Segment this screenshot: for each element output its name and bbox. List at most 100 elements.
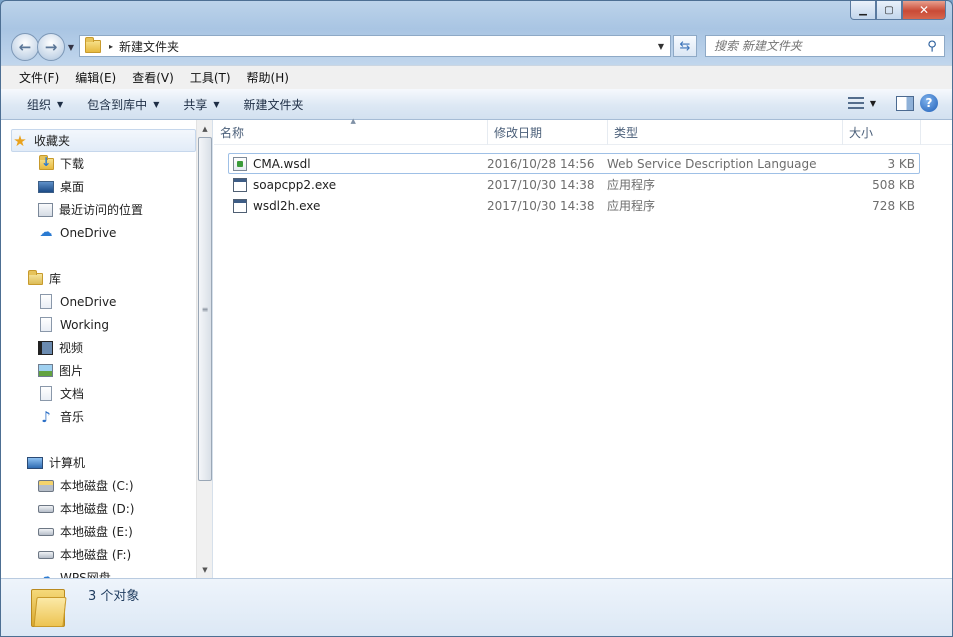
- column-header-type[interactable]: 类型: [608, 120, 843, 145]
- arrow-right-icon: →: [44, 38, 58, 56]
- menu-help[interactable]: 帮助(H): [239, 69, 297, 86]
- recent-pages-dropdown[interactable]: ▼: [65, 33, 77, 61]
- folder-icon: [85, 36, 101, 53]
- nav-item-pictures[interactable]: 图片: [11, 359, 196, 382]
- search-input[interactable]: [714, 39, 920, 53]
- nav-item-recent-places[interactable]: 最近访问的位置: [11, 198, 196, 221]
- computer-icon: [27, 456, 43, 469]
- nav-item-documents[interactable]: 文档: [11, 382, 196, 405]
- include-in-library-button[interactable]: 包含到库中 ▼: [75, 96, 171, 113]
- back-button[interactable]: ←: [11, 33, 39, 61]
- breadcrumb-separator-icon[interactable]: ▸: [109, 42, 113, 51]
- cloud-drive-icon: ☁: [39, 570, 53, 578]
- nav-item-drive-e[interactable]: 本地磁盘 (E:): [11, 520, 196, 543]
- nav-item-downloads[interactable]: 下载: [11, 152, 196, 175]
- file-size: 508 KB: [872, 177, 915, 192]
- column-header-date[interactable]: 修改日期: [488, 120, 608, 145]
- chevron-down-icon: ▼: [213, 99, 220, 109]
- nav-item-label: 本地磁盘 (E:): [60, 525, 133, 539]
- chevron-down-icon: ▼: [657, 41, 665, 51]
- file-rows: CMA.wsdl 2016/10/28 14:56 Web Service De…: [228, 153, 920, 216]
- nav-item-desktop[interactable]: 桌面: [11, 175, 196, 198]
- file-date: 2016/10/28 14:56: [487, 156, 595, 171]
- nav-item-working[interactable]: Working: [11, 313, 196, 336]
- navigation-pane: ★ 收藏夹 下载 桌面 最近访问的位置 ☁ OneDrive: [1, 120, 213, 578]
- search-icon[interactable]: ⚲: [920, 39, 944, 54]
- recent-places-icon: [38, 202, 53, 217]
- nav-item-library-onedrive[interactable]: OneDrive: [11, 290, 196, 313]
- nav-item-drive-d[interactable]: 本地磁盘 (D:): [11, 497, 196, 520]
- file-row[interactable]: soapcpp2.exe 2017/10/30 14:38 应用程序 508 K…: [228, 174, 920, 195]
- file-date: 2017/10/30 14:38: [487, 198, 595, 213]
- nav-item-label: Working: [60, 317, 109, 332]
- scroll-thumb[interactable]: ≡: [198, 137, 212, 481]
- column-header-size-label: 大小: [849, 126, 874, 140]
- arrow-left-icon: ←: [18, 38, 32, 56]
- address-bar[interactable]: ▸ 新建文件夹 ▼: [79, 35, 671, 57]
- file-row[interactable]: wsdl2h.exe 2017/10/30 14:38 应用程序 728 KB: [228, 195, 920, 216]
- file-date: 2017/10/30 14:38: [487, 177, 595, 192]
- drive-icon: [38, 550, 54, 559]
- explorer-window: ▁ ▢ ✕ ← → ▼ ▸ 新建文件夹 ▼ ⇆ ⚲ 文件(F) 编辑(E) 查看…: [0, 0, 953, 637]
- file-type: 应用程序: [607, 178, 656, 192]
- nav-item-label: OneDrive: [60, 225, 117, 240]
- breadcrumb-current-folder[interactable]: 新建文件夹: [119, 38, 652, 55]
- column-headers: ▲ 名称 修改日期 类型 大小: [214, 117, 952, 145]
- star-icon: ★: [13, 131, 27, 150]
- nav-favorites[interactable]: ★ 收藏夹: [11, 129, 196, 152]
- document-icon: [40, 317, 52, 332]
- details-pane: 3 个对象: [1, 578, 952, 636]
- nav-item-music[interactable]: ♪ 音乐: [11, 405, 196, 428]
- nav-libraries[interactable]: 库: [11, 267, 196, 290]
- new-folder-button[interactable]: 新建文件夹: [232, 96, 316, 113]
- file-row[interactable]: CMA.wsdl 2016/10/28 14:56 Web Service De…: [228, 153, 920, 174]
- close-button[interactable]: ✕: [902, 1, 946, 20]
- views-dropdown-chevron-icon[interactable]: ▼: [870, 99, 876, 108]
- column-header-type-label: 类型: [614, 126, 639, 140]
- share-button[interactable]: 共享 ▼: [171, 96, 231, 113]
- file-name: CMA.wsdl: [253, 156, 311, 171]
- nav-item-label: 最近访问的位置: [59, 203, 144, 217]
- picture-icon: [38, 364, 53, 377]
- nav-item-drive-c[interactable]: 本地磁盘 (C:): [11, 474, 196, 497]
- nav-item-wps-drive[interactable]: ☁ WPS网盘: [11, 566, 196, 578]
- menu-file[interactable]: 文件(F): [11, 69, 67, 86]
- scroll-up-arrow-icon[interactable]: ▲: [197, 120, 212, 137]
- sort-ascending-icon: ▲: [350, 117, 356, 125]
- nav-item-label: 桌面: [60, 180, 85, 194]
- menu-edit[interactable]: 编辑(E): [67, 69, 124, 86]
- nav-item-drive-f[interactable]: 本地磁盘 (F:): [11, 543, 196, 566]
- menu-tools[interactable]: 工具(T): [182, 69, 239, 86]
- forward-button[interactable]: →: [37, 33, 65, 61]
- nav-item-label: 文档: [60, 387, 85, 401]
- menu-view[interactable]: 查看(V): [124, 69, 182, 86]
- views-icon[interactable]: [847, 97, 864, 109]
- history-navigation: ← → ▼: [11, 33, 77, 61]
- preview-pane-icon[interactable]: [896, 95, 914, 111]
- maximize-button[interactable]: ▢: [876, 1, 902, 20]
- chevron-down-icon: ▼: [67, 42, 75, 52]
- address-history-dropdown[interactable]: ▼: [652, 42, 670, 51]
- column-header-size[interactable]: 大小: [843, 120, 921, 145]
- folder-icon: [31, 585, 67, 627]
- refresh-button[interactable]: ⇆: [673, 35, 697, 57]
- item-count: 3 个对象: [88, 589, 140, 604]
- nav-computer[interactable]: 计算机: [11, 451, 196, 474]
- nav-item-label: WPS网盘: [60, 571, 111, 578]
- help-icon[interactable]: ?: [920, 94, 938, 112]
- exe-file-icon: [233, 177, 247, 192]
- nav-scrollbar[interactable]: ▲ ≡ ▼: [196, 120, 212, 578]
- minimize-button[interactable]: ▁: [850, 1, 876, 20]
- nav-item-label: OneDrive: [60, 294, 117, 309]
- file-list-pane: ▲ 名称 修改日期 类型 大小 CMA.wsdl 2016/10/28 14:5…: [214, 117, 952, 578]
- file-name-cell: soapcpp2.exe: [229, 177, 487, 192]
- organize-button[interactable]: 组织 ▼: [15, 96, 75, 113]
- nav-item-onedrive[interactable]: ☁ OneDrive: [11, 221, 196, 244]
- scroll-down-arrow-icon[interactable]: ▼: [197, 561, 212, 578]
- column-header-name[interactable]: ▲ 名称: [214, 117, 488, 145]
- nav-item-videos[interactable]: 视频: [11, 336, 196, 359]
- nav-item-label: 视频: [59, 341, 84, 355]
- drive-icon: [38, 504, 54, 513]
- caption-buttons: ▁ ▢ ✕: [850, 1, 946, 20]
- search-box[interactable]: ⚲: [705, 35, 945, 57]
